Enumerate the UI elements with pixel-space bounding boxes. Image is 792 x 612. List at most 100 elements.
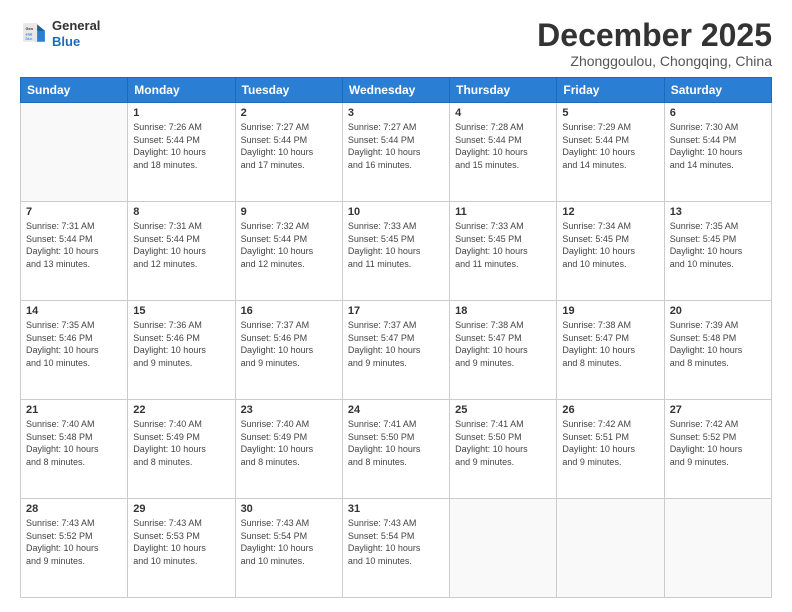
calendar-header-wednesday: Wednesday [342, 78, 449, 103]
day-number: 24 [348, 404, 444, 416]
calendar-cell: 5 Sunrise: 7:29 AM Sunset: 5:44 PM Daylig… [557, 103, 664, 202]
calendar-header-sunday: Sunday [21, 78, 128, 103]
cell-info: Sunrise: 7:42 AM Sunset: 5:52 PM Dayligh… [670, 418, 766, 468]
cell-info: Sunrise: 7:31 AM Sunset: 5:44 PM Dayligh… [26, 220, 122, 270]
calendar-cell: 15 Sunrise: 7:36 AM Sunset: 5:46 PM Dayli… [128, 301, 235, 400]
calendar-header-row: SundayMondayTuesdayWednesdayThursdayFrid… [21, 78, 772, 103]
day-number: 3 [348, 107, 444, 119]
day-number: 31 [348, 503, 444, 515]
calendar-cell [450, 499, 557, 598]
page: Gen eral Blue General Blue December 2025… [0, 0, 792, 612]
cell-info: Sunrise: 7:31 AM Sunset: 5:44 PM Dayligh… [133, 220, 229, 270]
calendar-header-tuesday: Tuesday [235, 78, 342, 103]
calendar-cell: 16Sunrise: 7:37 AM Sunset: 5:46 PM Dayli… [235, 301, 342, 400]
calendar-cell: 31 Sunrise: 7:43 AM Sunset: 5:54 PM Dayli… [342, 499, 449, 598]
day-number: 5 [562, 107, 658, 119]
calendar-cell: 19 Sunrise: 7:38 AM Sunset: 5:47 PM Dayli… [557, 301, 664, 400]
calendar-cell: 4Sunrise: 7:28 AM Sunset: 5:44 PM Daylig… [450, 103, 557, 202]
cell-info: Sunrise: 7:38 AM Sunset: 5:47 PM Dayligh… [562, 319, 658, 369]
cell-info: Sunrise: 7:40 AM Sunset: 5:49 PM Dayligh… [133, 418, 229, 468]
calendar-cell: 27 Sunrise: 7:42 AM Sunset: 5:52 PM Dayli… [664, 400, 771, 499]
cell-info: Sunrise: 7:40 AM Sunset: 5:48 PM Dayligh… [26, 418, 122, 468]
logo-general: General [52, 18, 100, 33]
day-number: 18 [455, 305, 551, 317]
cell-info: Sunrise: 7:43 AM Sunset: 5:53 PM Dayligh… [133, 517, 229, 567]
day-number: 11 [455, 206, 551, 218]
day-number: 8 [133, 206, 229, 218]
logo-icon: Gen eral Blue [20, 20, 48, 48]
cell-info: Sunrise: 7:29 AM Sunset: 5:44 PM Dayligh… [562, 121, 658, 171]
calendar-cell: 20 Sunrise: 7:39 AM Sunset: 5:48 PM Dayli… [664, 301, 771, 400]
day-number: 27 [670, 404, 766, 416]
svg-text:eral: eral [25, 31, 32, 36]
day-number: 12 [562, 206, 658, 218]
logo: Gen eral Blue General Blue [20, 18, 100, 49]
cell-info: Sunrise: 7:36 AM Sunset: 5:46 PM Dayligh… [133, 319, 229, 369]
svg-text:Gen: Gen [25, 26, 33, 31]
day-number: 15 [133, 305, 229, 317]
calendar-cell: 11 Sunrise: 7:33 AM Sunset: 5:45 PM Dayli… [450, 202, 557, 301]
cell-info: Sunrise: 7:27 AM Sunset: 5:44 PM Dayligh… [241, 121, 337, 171]
calendar-header-thursday: Thursday [450, 78, 557, 103]
calendar-cell: 10Sunrise: 7:33 AM Sunset: 5:45 PM Dayli… [342, 202, 449, 301]
day-number: 10 [348, 206, 444, 218]
day-number: 29 [133, 503, 229, 515]
calendar-cell: 6Sunrise: 7:30 AM Sunset: 5:44 PM Daylig… [664, 103, 771, 202]
day-number: 6 [670, 107, 766, 119]
cell-info: Sunrise: 7:40 AM Sunset: 5:49 PM Dayligh… [241, 418, 337, 468]
calendar-cell [557, 499, 664, 598]
header: Gen eral Blue General Blue December 2025… [20, 18, 772, 69]
calendar-cell: 23 Sunrise: 7:40 AM Sunset: 5:49 PM Dayli… [235, 400, 342, 499]
cell-info: Sunrise: 7:43 AM Sunset: 5:54 PM Dayligh… [348, 517, 444, 567]
logo-text: General Blue [52, 18, 100, 49]
cell-info: Sunrise: 7:35 AM Sunset: 5:46 PM Dayligh… [26, 319, 122, 369]
cell-info: Sunrise: 7:39 AM Sunset: 5:48 PM Dayligh… [670, 319, 766, 369]
calendar-header-monday: Monday [128, 78, 235, 103]
calendar-week-2: 7Sunrise: 7:31 AM Sunset: 5:44 PM Daylig… [21, 202, 772, 301]
calendar-cell [21, 103, 128, 202]
cell-info: Sunrise: 7:41 AM Sunset: 5:50 PM Dayligh… [455, 418, 551, 468]
calendar-cell: 30Sunrise: 7:43 AM Sunset: 5:54 PM Dayli… [235, 499, 342, 598]
calendar-cell: 21Sunrise: 7:40 AM Sunset: 5:48 PM Dayli… [21, 400, 128, 499]
day-number: 25 [455, 404, 551, 416]
day-number: 9 [241, 206, 337, 218]
cell-info: Sunrise: 7:34 AM Sunset: 5:45 PM Dayligh… [562, 220, 658, 270]
calendar-cell: 17 Sunrise: 7:37 AM Sunset: 5:47 PM Dayli… [342, 301, 449, 400]
day-number: 23 [241, 404, 337, 416]
calendar-cell: 1Sunrise: 7:26 AM Sunset: 5:44 PM Daylig… [128, 103, 235, 202]
calendar-week-1: 1Sunrise: 7:26 AM Sunset: 5:44 PM Daylig… [21, 103, 772, 202]
day-number: 2 [241, 107, 337, 119]
calendar-cell: 18 Sunrise: 7:38 AM Sunset: 5:47 PM Dayli… [450, 301, 557, 400]
calendar-cell: 3 Sunrise: 7:27 AM Sunset: 5:44 PM Daylig… [342, 103, 449, 202]
svg-text:Blue: Blue [25, 37, 32, 41]
day-number: 19 [562, 305, 658, 317]
cell-info: Sunrise: 7:27 AM Sunset: 5:44 PM Dayligh… [348, 121, 444, 171]
calendar-cell: 7Sunrise: 7:31 AM Sunset: 5:44 PM Daylig… [21, 202, 128, 301]
cell-info: Sunrise: 7:42 AM Sunset: 5:51 PM Dayligh… [562, 418, 658, 468]
calendar-cell: 2 Sunrise: 7:27 AM Sunset: 5:44 PM Daylig… [235, 103, 342, 202]
day-number: 22 [133, 404, 229, 416]
cell-info: Sunrise: 7:28 AM Sunset: 5:44 PM Dayligh… [455, 121, 551, 171]
calendar-header-saturday: Saturday [664, 78, 771, 103]
title-block: December 2025 Zhonggoulou, Chongqing, Ch… [537, 18, 772, 69]
calendar-header-friday: Friday [557, 78, 664, 103]
month-title: December 2025 [537, 18, 772, 53]
day-number: 20 [670, 305, 766, 317]
day-number: 30 [241, 503, 337, 515]
day-number: 17 [348, 305, 444, 317]
calendar-week-5: 28Sunrise: 7:43 AM Sunset: 5:52 PM Dayli… [21, 499, 772, 598]
cell-info: Sunrise: 7:41 AM Sunset: 5:50 PM Dayligh… [348, 418, 444, 468]
cell-info: Sunrise: 7:33 AM Sunset: 5:45 PM Dayligh… [455, 220, 551, 270]
cell-info: Sunrise: 7:37 AM Sunset: 5:47 PM Dayligh… [348, 319, 444, 369]
day-number: 28 [26, 503, 122, 515]
calendar-cell: 12 Sunrise: 7:34 AM Sunset: 5:45 PM Dayli… [557, 202, 664, 301]
calendar-cell: 22 Sunrise: 7:40 AM Sunset: 5:49 PM Dayli… [128, 400, 235, 499]
cell-info: Sunrise: 7:32 AM Sunset: 5:44 PM Dayligh… [241, 220, 337, 270]
logo-blue: Blue [52, 34, 80, 49]
cell-info: Sunrise: 7:35 AM Sunset: 5:45 PM Dayligh… [670, 220, 766, 270]
calendar-cell: 25 Sunrise: 7:41 AM Sunset: 5:50 PM Dayli… [450, 400, 557, 499]
cell-info: Sunrise: 7:38 AM Sunset: 5:47 PM Dayligh… [455, 319, 551, 369]
cell-info: Sunrise: 7:37 AM Sunset: 5:46 PM Dayligh… [241, 319, 337, 369]
calendar-cell [664, 499, 771, 598]
day-number: 14 [26, 305, 122, 317]
